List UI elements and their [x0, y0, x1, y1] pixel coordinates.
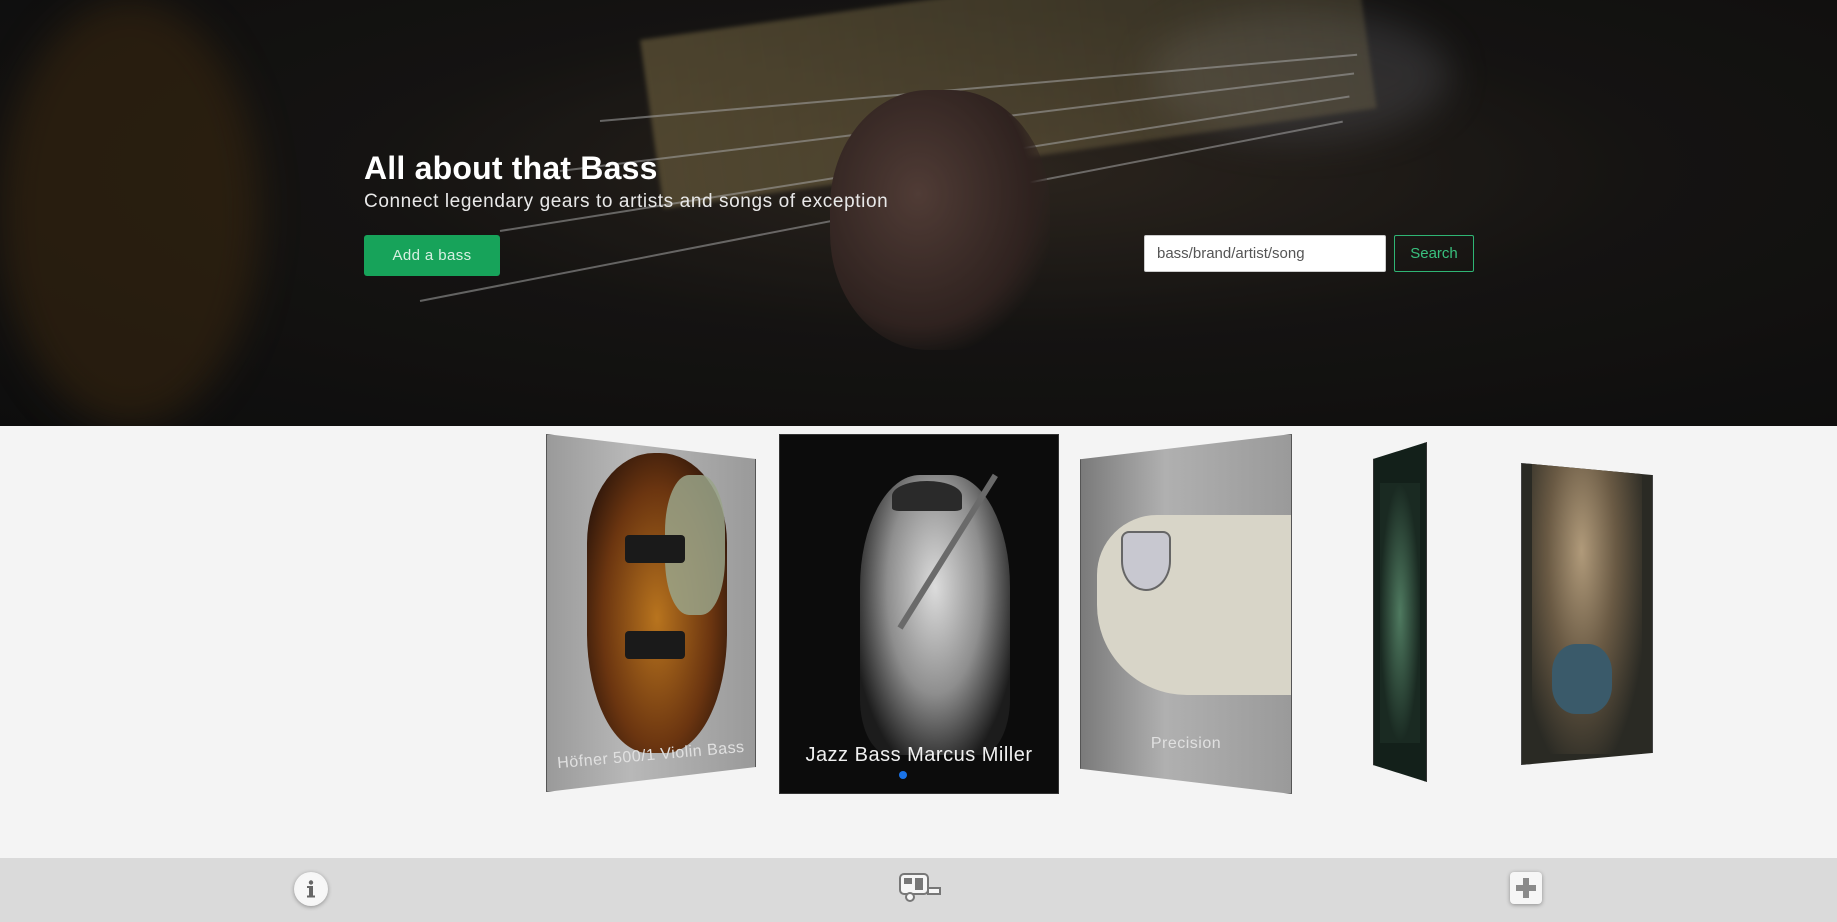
hero-overlay	[0, 0, 1837, 426]
carousel-card[interactable]	[1521, 463, 1653, 765]
add-icon[interactable]	[1510, 872, 1542, 904]
crest-image	[1121, 531, 1171, 591]
hero-banner: All about that Bass Connect legendary ge…	[0, 0, 1837, 426]
bottom-nav	[0, 858, 1837, 922]
carousel-card[interactable]: Höfner 500/1 Violin Bass	[546, 434, 756, 792]
pickup-image	[625, 631, 685, 659]
search-input[interactable]	[1144, 235, 1386, 272]
carousel-card[interactable]: Precision	[1080, 434, 1292, 794]
bass-image	[1552, 644, 1612, 714]
search-button[interactable]: Search	[1394, 235, 1474, 272]
artist-hat	[892, 481, 962, 511]
bass-carousel: Höfner 500/1 Violin Bass Jazz Bass Marcu…	[0, 426, 1837, 858]
add-bass-button[interactable]: Add a bass	[364, 235, 500, 276]
carousel-card-active[interactable]: Jazz Bass Marcus Miller	[779, 434, 1059, 794]
card-label: Precision	[1150, 735, 1222, 752]
carousel-indicator-dot[interactable]	[899, 771, 907, 779]
carousel-card[interactable]	[1373, 442, 1427, 782]
info-icon[interactable]	[294, 872, 328, 906]
page-title: All about that Bass	[364, 150, 658, 186]
artist-photo	[860, 475, 1010, 755]
pickup-image	[625, 535, 685, 563]
van-icon[interactable]	[898, 872, 942, 906]
page-subtitle: Connect legendary gears to artists and s…	[364, 191, 889, 212]
card-label: Jazz Bass Marcus Miller	[805, 744, 1033, 766]
artist-photo	[1380, 483, 1420, 743]
